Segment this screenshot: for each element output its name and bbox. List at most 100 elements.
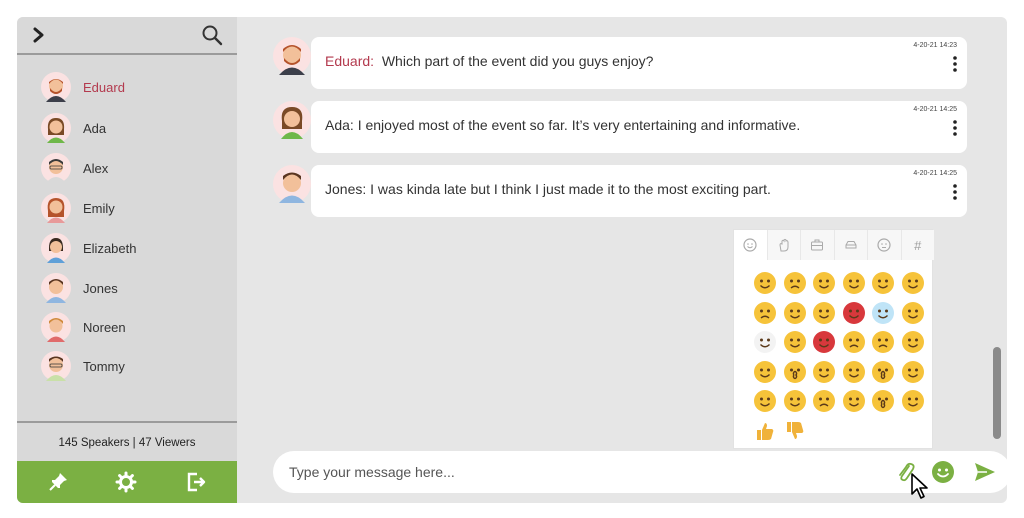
chat-app: Eduard Ada Alex Emily Elizabeth Jones No…: [17, 17, 1007, 503]
pin-icon[interactable]: [47, 471, 69, 493]
avatar: [273, 37, 311, 75]
clown-face-icon[interactable]: [754, 331, 776, 353]
heart-eyes-face-icon[interactable]: [813, 360, 835, 383]
tab-objects[interactable]: [801, 230, 835, 260]
user-item-jones[interactable]: Jones: [41, 273, 231, 307]
monocle-face-icon[interactable]: [783, 390, 806, 412]
smiling-face-icon[interactable]: [754, 272, 776, 294]
halo-face-icon[interactable]: [813, 301, 835, 324]
avatar: [41, 113, 71, 143]
tab-gestures[interactable]: [767, 230, 801, 260]
user-item-eduard[interactable]: Eduard: [41, 72, 231, 106]
timestamp: 4-20-21 14:23: [913, 42, 957, 49]
message-composer: [273, 451, 1007, 493]
tab-symbols[interactable]: #: [901, 230, 934, 260]
message: Ada: I enjoyed most of the event so far.…: [311, 101, 967, 153]
briefcase-icon: [811, 239, 824, 251]
devil-face-icon[interactable]: [813, 331, 835, 353]
frowning-face-icon[interactable]: [783, 272, 806, 294]
gear-icon[interactable]: [115, 471, 137, 493]
search-icon[interactable]: [201, 24, 223, 46]
avatar: [41, 312, 71, 342]
more-options-icon[interactable]: [953, 183, 957, 201]
thumbs-up-icon[interactable]: [754, 420, 776, 442]
more-options-icon[interactable]: [953, 55, 957, 73]
grinning-face-icon[interactable]: [842, 272, 865, 294]
shushing-face-icon[interactable]: [872, 360, 894, 383]
tab-faces[interactable]: [868, 230, 902, 260]
worried-face-icon[interactable]: [813, 390, 835, 412]
hand-icon: [779, 238, 789, 252]
money-face-icon[interactable]: [901, 360, 924, 383]
crying-face-icon[interactable]: [872, 272, 894, 294]
chat-panel: Eduard: Which part of the event did you …: [237, 17, 1007, 503]
sidebar-header: [17, 17, 237, 55]
more-options-icon[interactable]: [953, 119, 957, 137]
audience-stats: 145 Speakers | 47 Viewers: [58, 437, 196, 449]
face-icon: [877, 238, 891, 252]
tab-smileys[interactable]: [734, 230, 768, 260]
smiley-icon: [743, 238, 757, 252]
screaming-face-icon[interactable]: [901, 390, 924, 412]
message-body: Jones: I was kinda late but I think I ju…: [325, 181, 771, 197]
tab-travel[interactable]: [834, 230, 868, 260]
sick-face-icon[interactable]: [754, 301, 776, 324]
thumbs-down-icon[interactable]: [784, 420, 806, 442]
timestamp: 4-20-21 14:25: [913, 106, 957, 113]
winking-face-icon[interactable]: [783, 301, 806, 324]
user-item-noreen[interactable]: Noreen: [41, 312, 231, 346]
message-body: Ada: I enjoyed most of the event so far.…: [325, 117, 801, 133]
sunglasses-face-icon[interactable]: [783, 331, 806, 353]
avatar: [41, 153, 71, 183]
worried-face-icon[interactable]: [842, 331, 865, 353]
hash-icon: #: [914, 237, 922, 253]
divider: [17, 421, 237, 423]
user-name: Emily: [83, 201, 115, 216]
user-name: Alex: [83, 161, 109, 176]
smiling-face-icon[interactable]: [842, 360, 865, 383]
cold-face-icon[interactable]: [872, 301, 894, 324]
user-item-ada[interactable]: Ada: [41, 113, 231, 147]
exit-icon[interactable]: [185, 471, 207, 493]
user-name: Jones: [83, 281, 118, 296]
car-icon: [845, 241, 857, 249]
sleepy-face-icon[interactable]: [842, 390, 865, 412]
avatar: [273, 101, 311, 139]
chevron-right-icon[interactable]: [29, 25, 49, 45]
user-name: Ada: [83, 121, 107, 136]
user-item-tommy[interactable]: Tommy: [41, 351, 231, 385]
mouse-cursor-icon: [911, 473, 928, 499]
tongue-face-icon[interactable]: [901, 272, 924, 294]
emoji-category-tabs: #: [734, 230, 934, 260]
avatar: [41, 193, 71, 223]
message-body: Which part of the event did you guys enj…: [381, 53, 654, 69]
emoji-button-icon[interactable]: [931, 460, 955, 484]
surprised-face-icon[interactable]: [783, 360, 806, 383]
scrollbar-thumb[interactable]: [993, 347, 1001, 439]
message: Jones: I was kinda late but I think I ju…: [311, 165, 967, 217]
user-name: Noreen: [83, 320, 126, 335]
angry-face-icon[interactable]: [842, 301, 865, 324]
user-item-elizabeth[interactable]: Elizabeth: [41, 233, 231, 267]
avatar: [41, 233, 71, 263]
surprised-face-icon[interactable]: [872, 390, 894, 412]
message-input[interactable]: [289, 462, 849, 482]
avatar: [41, 72, 71, 102]
user-item-alex[interactable]: Alex: [41, 153, 231, 187]
sidebar: Eduard Ada Alex Emily Elizabeth Jones No…: [17, 17, 237, 503]
star-struck-face-icon[interactable]: [754, 360, 776, 383]
timestamp: 4-20-21 14:25: [913, 170, 957, 177]
user-name: Eduard: [83, 80, 125, 95]
party-face-icon[interactable]: [754, 390, 776, 412]
scrollbar[interactable]: [991, 17, 1003, 441]
message: Eduard: Which part of the event did you …: [311, 37, 967, 89]
nerd-face-icon[interactable]: [901, 331, 924, 353]
frowning-face-icon[interactable]: [872, 331, 894, 353]
send-icon[interactable]: [973, 461, 997, 483]
user-item-emily[interactable]: Emily: [41, 193, 231, 227]
emoji-picker: #: [733, 229, 934, 449]
grinning-face-icon[interactable]: [901, 301, 924, 324]
avatar: [41, 273, 71, 303]
user-name: Elizabeth: [83, 241, 137, 256]
smiling-face-icon[interactable]: [813, 272, 835, 294]
